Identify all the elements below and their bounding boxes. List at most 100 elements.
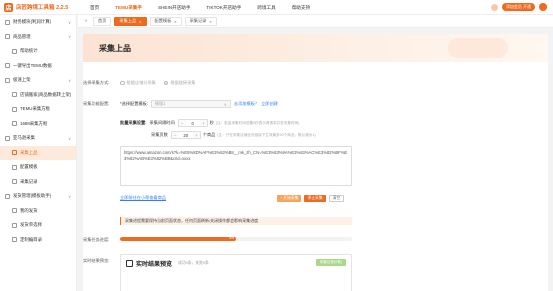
template-select-label: *选择配置模板: xyxy=(120,101,148,106)
stop-collect-button[interactable]: 停止采集 xyxy=(304,195,326,202)
top-nav-item[interactable]: SHEIN开店助手 xyxy=(150,0,198,15)
sidebar-item[interactable]: 店铺搬家(商品数据转上架) xyxy=(0,88,76,103)
sidebar: 财务模块(利润计算) ∨ 商品管理 ∨ 帮助统计 一键导出TEMU数据 极速上架 ∨ 店铺搬家(… xyxy=(0,15,77,291)
header-decoration xyxy=(448,38,508,58)
close-icon[interactable]: × xyxy=(209,19,211,24)
notice-banner: 采集进程需要保持当前页面状态，任何页面刷新/关闭操作都会影响采集进度 xyxy=(120,217,352,225)
chevron-down-icon: ∨ xyxy=(68,135,71,141)
interval-stepper[interactable]: − 0 + xyxy=(177,119,208,127)
preview-label: 实时结果预览: xyxy=(83,258,110,263)
sidebar-item[interactable]: 极速上架 ∨ xyxy=(0,73,76,88)
tab[interactable]: 配置模板 × xyxy=(149,16,182,26)
sidebar-item[interactable]: 一键导出TEMU数据 xyxy=(0,59,76,74)
vip-button[interactable]: 添加会员 开通 xyxy=(501,3,535,11)
method-option-shop[interactable]: 根据店铺分采集 xyxy=(120,80,156,86)
minus-icon[interactable]: − xyxy=(171,132,179,138)
create-template-link[interactable]: 立即创建 xyxy=(261,101,278,107)
sidebar-item[interactable]: 我的发货 xyxy=(0,204,76,219)
close-icon[interactable]: × xyxy=(139,19,141,24)
sidebar-item[interactable]: 定制编目录 xyxy=(0,233,76,248)
tab-scroll-left-icon[interactable]: « xyxy=(82,18,90,24)
progress-label: 采集任务进度: xyxy=(83,237,110,242)
sidebar-item[interactable]: 发货单选择 xyxy=(0,218,76,233)
clear-button[interactable]: 清空 xyxy=(328,195,345,202)
minus-icon[interactable]: − xyxy=(178,120,186,126)
sidebar-item[interactable]: 配置模板 xyxy=(0,160,76,175)
sidebar-item[interactable]: 发货管理(模板助手) ∨ xyxy=(0,189,76,204)
top-nav-item[interactable]: 帮助支持 xyxy=(284,0,318,15)
preview-title: 实时结果预览 xyxy=(136,261,173,268)
main-content: 采集上品 选择采集方式: 根据店铺分采集 根据链接采集 采集功能配置: *选择配… xyxy=(83,34,548,291)
add-template-link[interactable]: 去添加模板？ xyxy=(234,101,259,107)
close-icon[interactable]: × xyxy=(174,19,176,24)
sidebar-item[interactable]: 采集上品 xyxy=(0,145,76,160)
pages-unit: 个商品 xyxy=(202,132,216,137)
progress-bar: 5% xyxy=(120,237,352,241)
menu-icon xyxy=(5,135,10,141)
sidebar-item[interactable]: 帮助统计 xyxy=(0,44,76,59)
collect-records-button[interactable]: 采集记录(0条) xyxy=(315,259,346,266)
vip-button-label: 添加会员 开通 xyxy=(505,4,531,9)
menu-icon xyxy=(5,193,10,199)
method-option-label: 根据链接采集 xyxy=(170,80,196,85)
action-buttons: + 开始采集 停止采集 清空 xyxy=(277,195,345,202)
chevron-down-icon: ∨ xyxy=(68,34,71,40)
menu-icon xyxy=(12,222,17,228)
sidebar-item-label: 采集记录 xyxy=(20,178,38,184)
interval-note: (注：批量采集时间设置0秒表示请请求并发采集时间) xyxy=(215,120,300,125)
sidebar-item[interactable]: 商品管理 ∨ xyxy=(0,30,76,45)
sidebar-item-label: TEMU采集方框 xyxy=(20,106,51,112)
plus-icon[interactable]: + xyxy=(192,132,200,138)
sidebar-item-label: 帮助统计 xyxy=(20,48,38,54)
pages-note: (注：只在采集店铺全页链接下生效最多20个商品，默认值为1) xyxy=(217,132,316,137)
interval-row: 批量采集设置: 采集间隔时间 − 0 + 秒 (注：批量采集时间设置0秒表示请请… xyxy=(120,119,299,127)
top-nav-item[interactable]: TEMU采集手 xyxy=(107,0,150,15)
app-name: 店匠跨境工具箱 2.2.5 xyxy=(16,5,69,11)
menu-icon xyxy=(12,150,17,156)
sidebar-item[interactable]: 采集记录 xyxy=(0,175,76,190)
method-option-link[interactable]: 根据链接采集 xyxy=(163,80,196,86)
tab-label: 配置模板 xyxy=(154,18,172,23)
pages-value: 20 xyxy=(183,132,189,138)
tab[interactable]: 采集记录 × xyxy=(184,16,217,26)
menu-icon xyxy=(12,92,17,98)
template-select-value: 模版1 xyxy=(154,101,166,106)
sidebar-item-label: 发货管理(模板助手) xyxy=(13,193,52,199)
sidebar-item-label: 极速上架 xyxy=(13,77,31,83)
start-collect-button[interactable]: + 开始采集 xyxy=(277,195,302,202)
sidebar-item[interactable]: 财务模块(利润计算) ∨ xyxy=(0,15,76,30)
notification-icon[interactable] xyxy=(490,3,498,11)
pages-label: 采集页数 xyxy=(151,132,168,137)
template-select[interactable]: 模版1 ∨ xyxy=(150,100,231,108)
top-nav-item[interactable]: TIKTOK开店助手 xyxy=(198,0,249,15)
preview-subtitle: 成功0条，失败0条 xyxy=(178,260,209,265)
sidebar-item-label: 一键导出TEMU数据 xyxy=(13,62,52,68)
radio-selected-icon xyxy=(163,80,169,86)
sidebar-item-label: 1688采集方框 xyxy=(20,120,48,126)
sidebar-item[interactable]: 1688采集方框 xyxy=(0,117,76,132)
top-nav-item[interactable]: 跨境工具 xyxy=(249,0,283,15)
sidebar-item[interactable]: TEMU采集方框 xyxy=(0,102,76,117)
plus-icon[interactable]: + xyxy=(199,120,207,126)
avatar[interactable] xyxy=(539,3,547,11)
tab-label: 采集上品 xyxy=(119,18,137,23)
sidebar-item-label: 采集上品 xyxy=(20,149,38,155)
menu-icon xyxy=(12,179,17,185)
menu-icon xyxy=(12,121,17,127)
start-collect-label: + 开始采集 xyxy=(280,196,299,200)
tab[interactable]: 采集上品 × xyxy=(114,16,147,26)
logo-icon: 店 xyxy=(4,2,13,12)
preview-label-row: 实时结果预览: xyxy=(83,258,109,264)
template-row: 采集功能配置: *选择配置模板: 模版1 ∨ 去添加模板？ 立即创建 xyxy=(83,100,278,108)
top-nav-item[interactable]: 首页 xyxy=(82,0,107,15)
helper-link[interactable]: 立即前往在小帮查看商品 xyxy=(120,195,166,201)
pages-stepper[interactable]: − 20 + xyxy=(170,131,201,139)
url-textarea[interactable]: https://www.amazon.com/s?k=%E5%8D%AF%E3%… xyxy=(120,146,352,186)
menu-icon xyxy=(5,63,10,69)
menu-icon xyxy=(5,19,10,25)
helper-row: 立即前往在小帮查看商品 xyxy=(120,195,166,201)
sidebar-item[interactable]: 亚马逊采集 ∨ xyxy=(0,131,76,146)
sidebar-item-label: 亚马逊采集 xyxy=(13,135,35,141)
tab[interactable]: 首页 xyxy=(93,16,112,26)
app-logo[interactable]: 店 店匠跨境工具箱 2.2.5 xyxy=(0,2,80,12)
